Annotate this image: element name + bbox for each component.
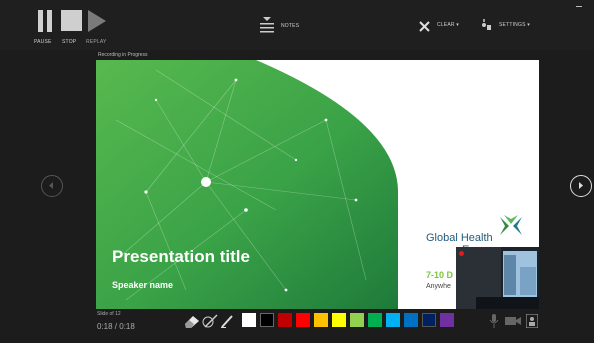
pen-color-black[interactable] bbox=[260, 313, 274, 327]
camera-preview[interactable] bbox=[456, 247, 539, 309]
previous-slide-button[interactable] bbox=[41, 175, 63, 197]
arrow-right-icon bbox=[579, 182, 583, 189]
stop-label: STOP bbox=[62, 39, 77, 45]
next-slide-button[interactable] bbox=[570, 175, 592, 197]
stop-button[interactable] bbox=[59, 10, 85, 39]
replay-button[interactable] bbox=[84, 10, 110, 39]
stop-icon bbox=[61, 10, 82, 31]
camera-icon[interactable] bbox=[505, 315, 521, 327]
pen-color-red[interactable] bbox=[296, 313, 310, 327]
camera-building bbox=[504, 255, 516, 295]
event-date: 7-10 D bbox=[426, 270, 454, 280]
settings-icon bbox=[482, 19, 491, 30]
clear-button[interactable]: CLEAR ▾ bbox=[419, 19, 459, 37]
camera-foreground bbox=[476, 297, 539, 309]
clear-label: CLEAR ▾ bbox=[437, 22, 459, 28]
notes-icon bbox=[260, 17, 274, 33]
pen-color-dark-red[interactable] bbox=[278, 313, 292, 327]
pen-color-light-blue[interactable] bbox=[386, 313, 400, 327]
pen-color-orange[interactable] bbox=[314, 313, 328, 327]
slide-subtitle: Speaker name bbox=[112, 280, 174, 290]
notes-button[interactable]: NOTES bbox=[259, 17, 299, 38]
brand-name: Global Health bbox=[426, 232, 493, 244]
pause-icon bbox=[38, 10, 52, 32]
replay-icon bbox=[88, 10, 106, 32]
camera-preview-toggle-icon[interactable] bbox=[526, 314, 538, 328]
minimize-icon[interactable] bbox=[576, 6, 582, 7]
pause-button[interactable] bbox=[32, 10, 58, 39]
pen-color-yellow[interactable] bbox=[332, 313, 346, 327]
pen-icon[interactable] bbox=[202, 314, 218, 328]
pen-color-white[interactable] bbox=[242, 313, 256, 327]
settings-button[interactable]: SETTINGS ▾ bbox=[480, 18, 530, 36]
recording-toolbar: PAUSE STOP REPLAY NOTES CLEAR ▾ SETTINGS… bbox=[0, 0, 594, 50]
pen-color-purple[interactable] bbox=[440, 313, 454, 327]
camera-building bbox=[520, 267, 536, 295]
event-location: Anywhe bbox=[426, 283, 451, 290]
notes-label: NOTES bbox=[281, 23, 300, 29]
slide-title: Presentation title bbox=[112, 247, 250, 266]
brand-logo-icon bbox=[500, 215, 522, 235]
pen-color-blue[interactable] bbox=[404, 313, 418, 327]
recording-status: Recording in Progress bbox=[98, 52, 148, 58]
microphone-icon[interactable] bbox=[489, 314, 499, 328]
recording-time: 0:18 / 0:18 bbox=[97, 322, 135, 331]
settings-label: SETTINGS ▾ bbox=[499, 22, 530, 28]
pen-color-green[interactable] bbox=[368, 313, 382, 327]
eraser-icon[interactable] bbox=[183, 314, 201, 328]
pause-label: PAUSE bbox=[34, 39, 52, 45]
arrow-left-icon bbox=[49, 182, 53, 189]
slide-counter: Slide of 12 bbox=[97, 311, 121, 317]
recording-dot-icon bbox=[459, 251, 464, 256]
clear-x-icon bbox=[419, 21, 430, 32]
highlighter-icon[interactable] bbox=[220, 314, 234, 328]
pen-color-dark-blue[interactable] bbox=[422, 313, 436, 327]
pen-color-light-green[interactable] bbox=[350, 313, 364, 327]
replay-label: REPLAY bbox=[86, 39, 107, 45]
